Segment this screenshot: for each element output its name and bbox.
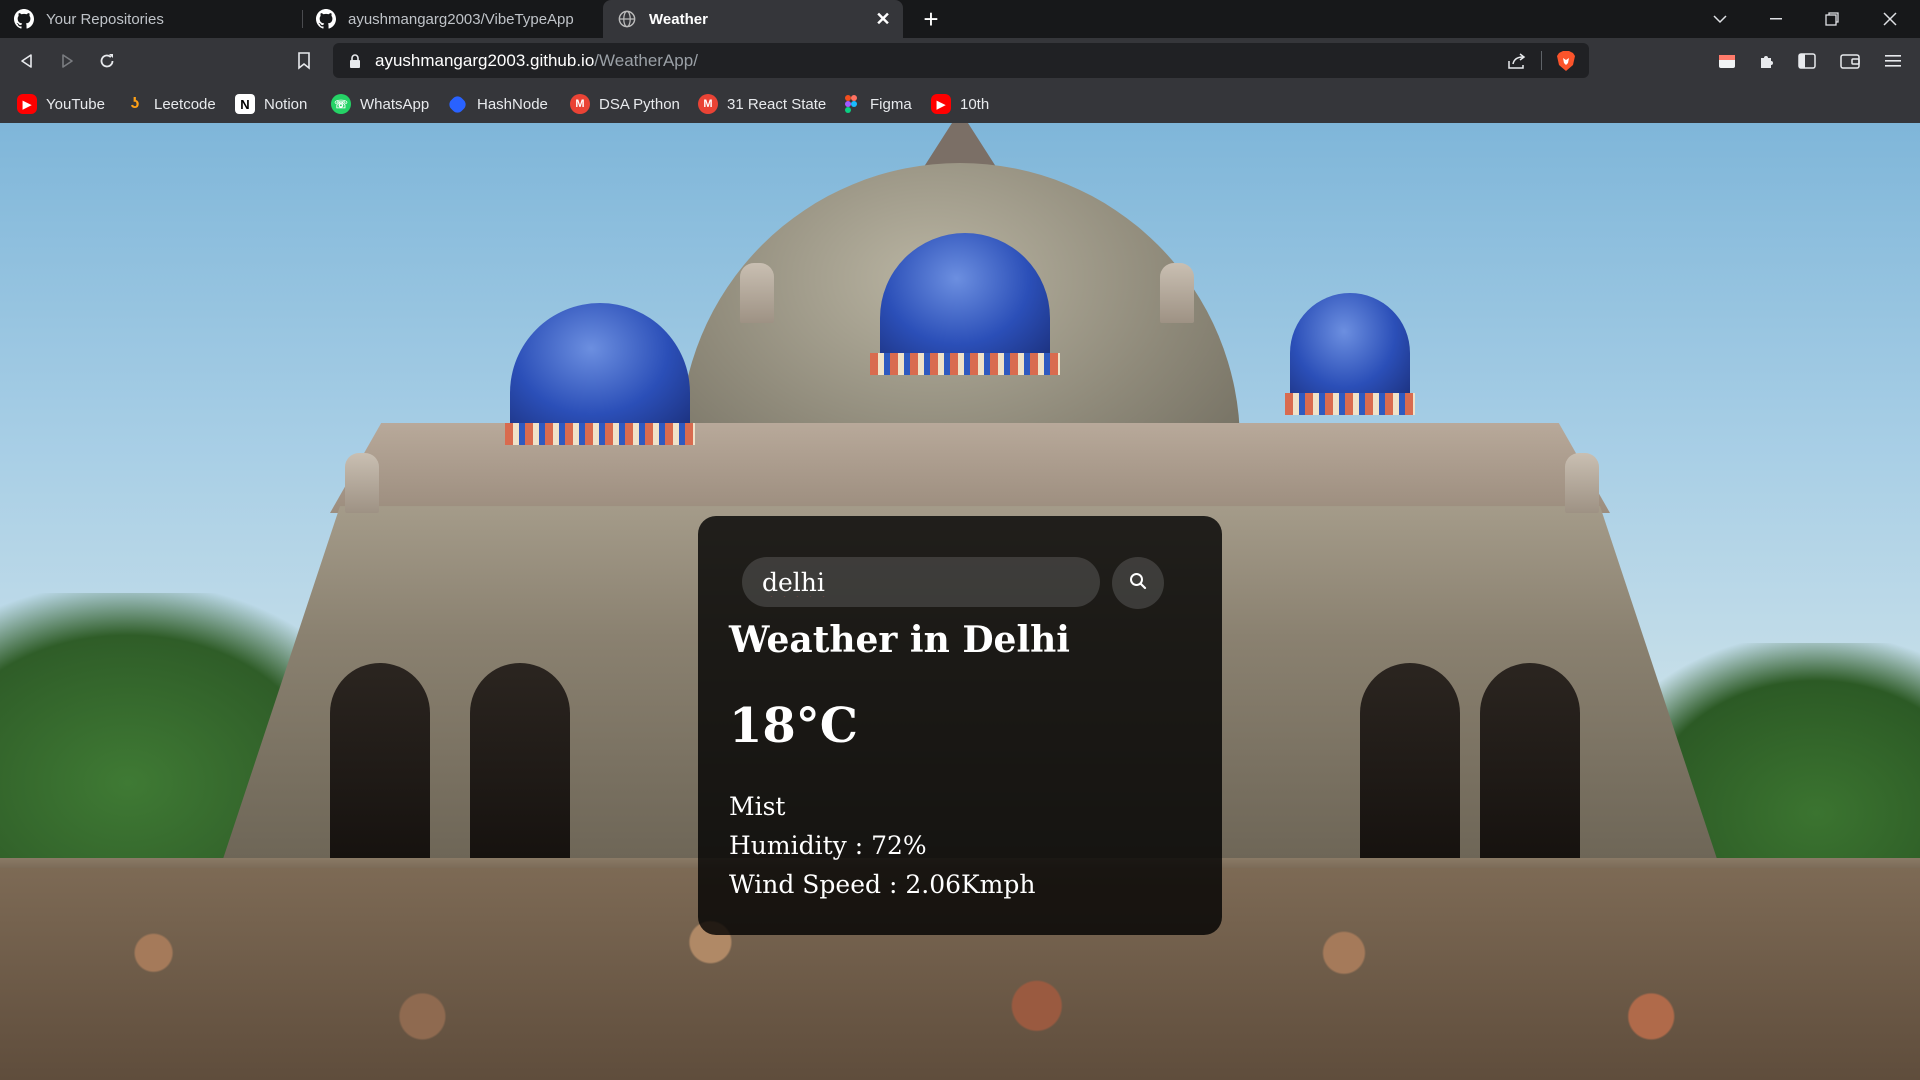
forward-icon[interactable] [52,46,82,76]
browser-chrome: Your Repositories ayushmangarg2003/VibeT… [0,0,1920,123]
bookmarks-bar: ▶ YouTube ʖ Leetcode N Notion ☏ WhatsApp… [0,84,1920,123]
youtube-icon: ▶ [17,94,37,114]
tab-title: Weather [649,10,708,28]
tab-vibetypeapp[interactable]: ayushmangarg2003/VibeTypeApp [302,0,600,38]
bookmark-notion[interactable]: N Notion [235,93,307,115]
pinnacle [1565,453,1599,513]
bookmark-leetcode[interactable]: ʖ Leetcode [125,93,216,115]
url-text[interactable]: ayushmangarg2003.github.io/WeatherApp/ [375,51,698,71]
search-button[interactable] [1112,557,1164,609]
extensions-icon[interactable] [1752,46,1782,76]
url-host: ayushmangarg2003.github.io [375,51,595,70]
page-viewport: Weather in Delhi 18°C Mist Humidity : 72… [0,123,1920,1080]
pinnacle [740,263,774,323]
hashnode-icon [446,93,469,115]
menu-icon[interactable] [1878,46,1908,76]
rewards-icon[interactable] [1712,46,1742,76]
bookmark-label: 10th [960,95,990,113]
github-icon [14,9,34,29]
temperature: 18°C [729,698,858,754]
tab-weather[interactable]: Weather ✕ [603,0,903,38]
omnibox-divider [1541,51,1542,70]
weather-description: Mist [729,792,786,821]
share-icon[interactable] [1505,49,1529,73]
tab-title: ayushmangarg2003/VibeTypeApp [348,10,574,28]
bookmark-label: Leetcode [154,95,216,113]
github-icon [316,9,336,29]
lock-icon[interactable] [343,49,367,73]
reload-icon[interactable] [92,46,122,76]
back-icon[interactable] [12,46,42,76]
dome-band [505,423,695,445]
bookmark-31-react-state[interactable]: M 31 React State [698,93,826,115]
pinnacle [345,453,379,513]
restore-icon[interactable] [1804,0,1860,38]
close-tab-icon[interactable]: ✕ [873,9,893,29]
bookmark-icon[interactable] [289,46,319,76]
dome-band [1285,393,1415,415]
figma-icon [841,94,861,114]
tab-your-repositories[interactable]: Your Repositories [0,0,300,38]
monument-arch [330,663,430,868]
bookmark-label: Figma [870,95,912,113]
new-tab-button[interactable]: + [916,4,946,34]
tab-title: Your Repositories [46,10,164,28]
tab-search-chevron-icon[interactable] [1692,0,1748,38]
dome-band [870,353,1060,375]
notion-icon: N [235,94,255,114]
humidity: Humidity : 72% [729,831,927,860]
blue-dome-right [1290,293,1410,403]
monument-arch [1360,663,1460,868]
weather-card: Weather in Delhi 18°C Mist Humidity : 72… [698,516,1222,935]
monument-arch [470,663,570,868]
wallet-icon[interactable] [1835,46,1865,76]
gmail-icon: M [570,94,590,114]
bookmark-10th[interactable]: ▶ 10th [931,93,989,115]
whatsapp-icon: ☏ [331,94,351,114]
monument-arch [1480,663,1580,868]
bookmark-label: HashNode [477,95,548,113]
browser-toolbar: ayushmangarg2003.github.io/WeatherApp/ [0,38,1920,84]
city-heading: Weather in Delhi [729,619,1070,661]
bookmark-hashnode[interactable]: HashNode [446,93,548,115]
bookmark-label: WhatsApp [360,95,430,113]
url-path: /WeatherApp/ [594,51,698,70]
bookmark-dsa-python[interactable]: M DSA Python [570,93,680,115]
bookmark-label: 31 React State [727,95,827,113]
city-search-input[interactable] [742,557,1100,607]
bookmark-youtube[interactable]: ▶ YouTube [17,93,105,115]
search-icon [1129,572,1147,594]
tab-strip: Your Repositories ayushmangarg2003/VibeT… [0,0,1920,38]
pinnacle [1160,263,1194,323]
bookmark-label: Notion [264,95,308,113]
leetcode-icon: ʖ [130,95,140,112]
bookmark-label: DSA Python [599,95,680,113]
globe-icon [617,9,637,29]
youtube-icon: ▶ [931,94,951,114]
wind-speed: Wind Speed : 2.06Kmph [729,870,1036,899]
bookmark-figma[interactable]: Figma [841,93,912,115]
close-window-icon[interactable] [1862,0,1918,38]
brave-shield-icon[interactable] [1554,49,1578,73]
address-bar[interactable]: ayushmangarg2003.github.io/WeatherApp/ [333,43,1589,78]
bookmark-whatsapp[interactable]: ☏ WhatsApp [331,93,429,115]
minimize-icon[interactable] [1748,0,1804,38]
gmail-icon: M [698,94,718,114]
bookmark-label: YouTube [46,95,105,113]
sidebar-icon[interactable] [1792,46,1822,76]
